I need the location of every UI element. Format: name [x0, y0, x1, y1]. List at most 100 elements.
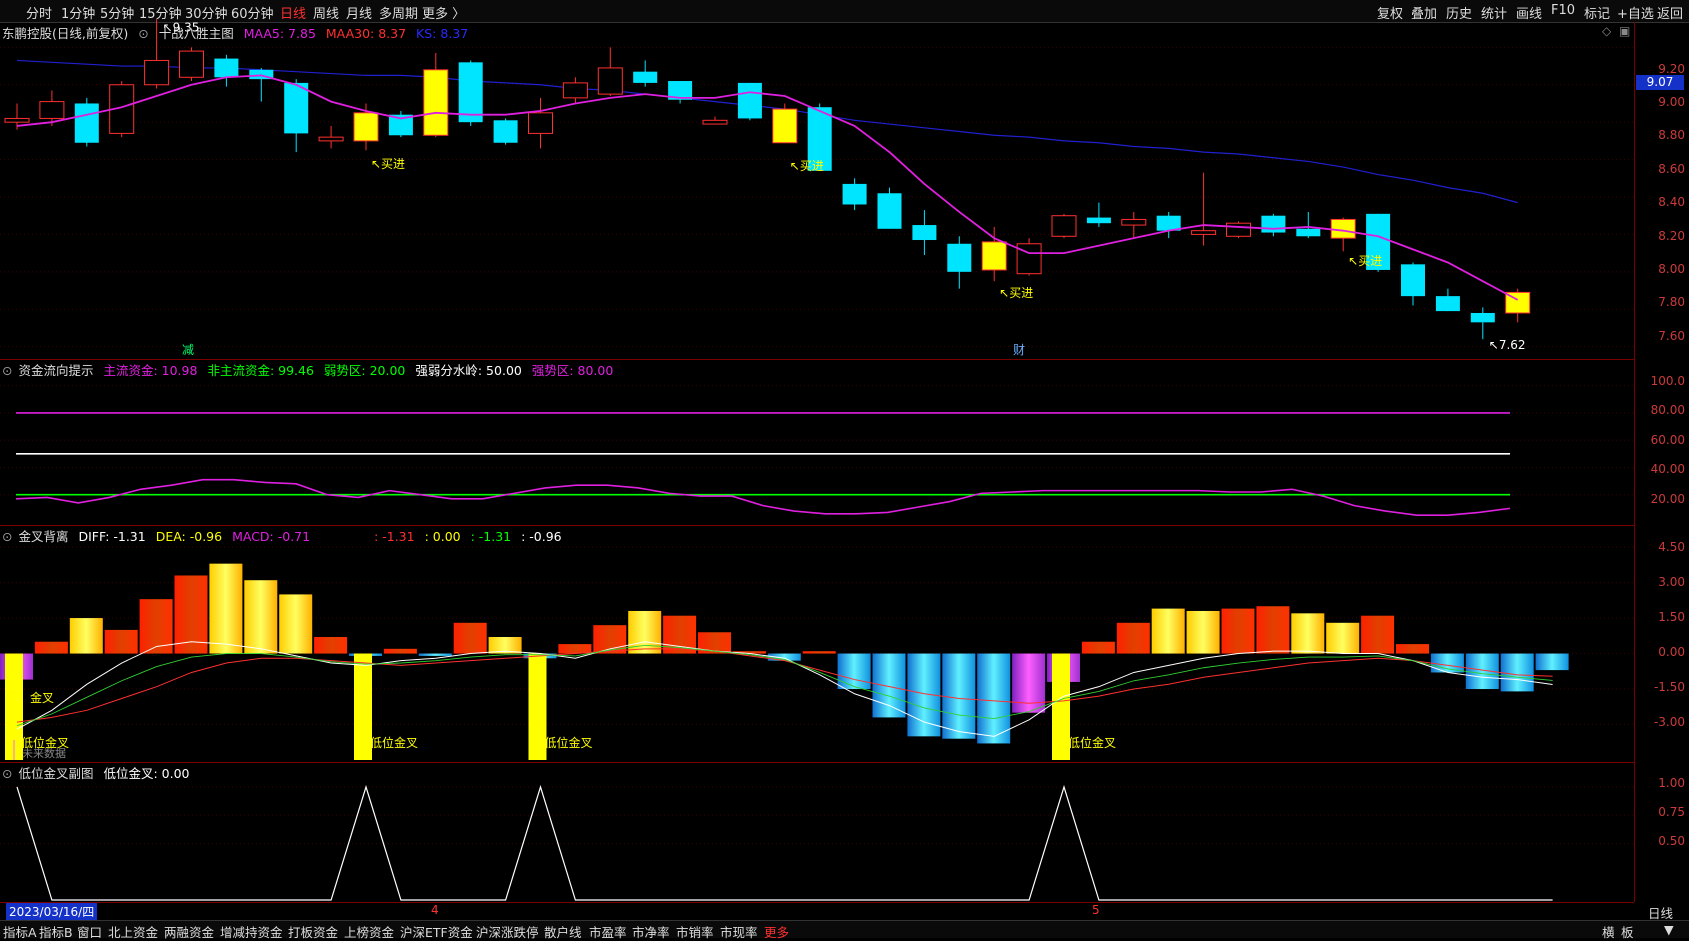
macd-histogram-bar	[383, 648, 417, 654]
macd-histogram-bar	[1221, 608, 1255, 654]
candle-body	[4, 117, 30, 123]
candlestick	[1051, 213, 1077, 239]
price-tick: 8.00	[1658, 262, 1685, 276]
tab-ps[interactable]: 市销率	[676, 922, 714, 941]
candlestick	[1505, 288, 1531, 323]
candle-body	[179, 50, 204, 78]
tab-indicator-a[interactable]: 指标A	[3, 922, 37, 941]
golden-cross-label: 低位金叉	[370, 735, 418, 750]
candlestick	[1470, 307, 1495, 340]
macd-histogram-bar	[104, 629, 138, 654]
candle-body	[1191, 230, 1217, 235]
macd-tick: 4.50	[1658, 540, 1685, 554]
buy-signal-label: ↖买进	[790, 159, 824, 173]
chart-canvas[interactable]: ↖9.35↖7.62↖买进 ↖买进↖买进↖买进减 财低位金叉 低位金叉 低位金叉 低位金叉…	[0, 0, 1634, 902]
candlestick	[1296, 211, 1321, 239]
candle-body	[772, 108, 798, 144]
macd-histogram-bar	[1326, 622, 1360, 654]
macd-histogram-bar	[279, 594, 313, 654]
tab-limit-board[interactable]: 打板资金	[288, 922, 338, 941]
candlestick	[1226, 221, 1251, 239]
month-mark: 4	[431, 903, 439, 917]
candle-body	[702, 119, 728, 125]
buy-signal-label: ↖买进	[371, 157, 405, 171]
candlestick	[284, 79, 309, 153]
price-tick: 9.20	[1658, 62, 1685, 76]
candle-body	[737, 82, 762, 119]
event-mark-reduce: 减	[182, 343, 194, 357]
golden-cross-label: 金叉	[30, 690, 54, 705]
layout-board[interactable]: 板	[1621, 922, 1634, 941]
back-button[interactable]: 返回	[1657, 3, 1683, 22]
macd-histogram-bar	[1291, 613, 1325, 654]
macd-histogram-bar	[209, 563, 243, 654]
candle-body	[39, 101, 65, 119]
candlestick	[1330, 217, 1356, 252]
macd-histogram-bar	[418, 653, 452, 656]
macd-histogram-bar	[1396, 644, 1429, 654]
candlestick	[912, 210, 937, 255]
candle-body	[1051, 215, 1077, 237]
candlestick	[668, 81, 693, 104]
candle-body	[144, 59, 170, 86]
candle-body	[1401, 264, 1425, 297]
tab-pb[interactable]: 市净率	[632, 922, 670, 941]
macd-histogram-bar	[942, 653, 976, 739]
tab-top-list[interactable]: 上榜资金	[344, 922, 394, 941]
tab-holding-change[interactable]: 增减持资金	[220, 922, 283, 941]
tab-margin[interactable]: 两融资金	[164, 922, 214, 941]
price-tick: 7.80	[1658, 295, 1685, 309]
more-arrow-icon[interactable]: ▼	[1664, 922, 1674, 937]
candle-body	[981, 241, 1007, 271]
price-tick: 9.00	[1658, 95, 1685, 109]
fund-tick: 60.00	[1650, 433, 1685, 447]
candlestick	[493, 118, 518, 145]
indicator-tabs: 指标A 指标B 窗口 北上资金 两融资金 增减持资金 打板资金 上榜资金 沪深E…	[0, 920, 1689, 941]
candle-body	[947, 243, 972, 272]
macd-histogram-bar	[1500, 653, 1534, 692]
tab-more[interactable]: 更多	[764, 922, 789, 941]
candlestick	[772, 103, 798, 144]
tab-pe[interactable]: 市盈率	[589, 922, 627, 941]
tab-retail-line[interactable]: 散户线	[544, 922, 582, 941]
candlestick	[458, 60, 483, 126]
macd-histogram-bar	[1361, 615, 1395, 654]
high-price-label: ↖9.35	[163, 20, 200, 34]
candlestick	[179, 47, 204, 82]
macd-tick: 3.00	[1658, 575, 1685, 589]
tab-limit-updown[interactable]: 沪深涨跌停	[476, 922, 539, 941]
sub-tick: 0.75	[1658, 805, 1685, 819]
tab-window[interactable]: 窗口	[77, 922, 102, 941]
candle-body	[1261, 215, 1286, 233]
event-mark-finance: 财	[1013, 343, 1025, 357]
macd-histogram-bar	[69, 618, 103, 654]
fund-tick: 40.00	[1650, 462, 1685, 476]
price-tick: 8.20	[1658, 229, 1685, 243]
candle-body	[458, 62, 483, 123]
layout-horizontal[interactable]: 横	[1602, 922, 1615, 941]
macd-histogram-bar	[1012, 653, 1046, 713]
tab-indicator-b[interactable]: 指标B	[39, 922, 73, 941]
macd-histogram-bar	[1186, 610, 1220, 654]
candle-body	[353, 112, 379, 142]
tab-northbound[interactable]: 北上资金	[108, 922, 158, 941]
candlestick	[981, 226, 1007, 282]
candle-body	[877, 193, 902, 229]
future-data-label: 未来数据	[22, 746, 66, 760]
tab-pcf[interactable]: 市现率	[720, 922, 758, 941]
candlestick	[1435, 288, 1460, 312]
candle-body	[562, 82, 588, 99]
candlestick	[702, 116, 728, 125]
sub-tick: 1.00	[1658, 776, 1685, 790]
macd-histogram-bar	[837, 653, 871, 690]
candlestick	[423, 52, 449, 138]
candle-body	[633, 71, 658, 83]
candle-body	[1435, 296, 1460, 312]
candlestick	[842, 178, 867, 211]
candle-body	[1330, 218, 1356, 239]
tab-etf[interactable]: 沪深ETF资金	[400, 922, 473, 941]
candle-body	[1296, 228, 1321, 237]
candle-body	[284, 82, 309, 134]
candle-body	[493, 120, 518, 143]
candlestick	[877, 187, 902, 229]
